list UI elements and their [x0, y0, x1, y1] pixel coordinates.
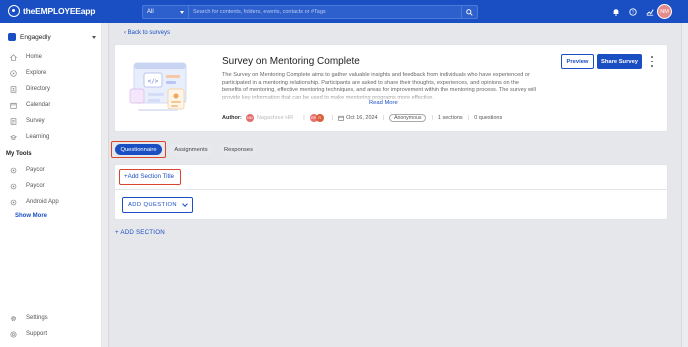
main-scrollbar[interactable] [681, 23, 688, 347]
sidebar-item-calendar[interactable]: Calendar [10, 100, 50, 110]
sidebar-scrollbar[interactable] [102, 23, 109, 347]
back-link-label: Back to surveys [127, 30, 171, 36]
sidebar-item-directory[interactable]: Directory [10, 84, 50, 94]
add-question-label: ADD QUESTION [128, 202, 177, 208]
directory-icon [10, 85, 17, 93]
more-options-icon[interactable] [650, 56, 654, 67]
svg-text:?: ? [631, 9, 634, 15]
sidebar-item-explore[interactable]: Explore [10, 68, 46, 78]
logo-icon [8, 5, 20, 17]
sidebar-item-label: Learning [26, 134, 50, 140]
search-filter-value: All [147, 9, 154, 15]
tool-item-paycor-2[interactable]: Paycor [10, 181, 45, 191]
add-section-link[interactable]: + ADD SECTION [115, 229, 165, 236]
sidebar-item-support[interactable]: Support [10, 329, 47, 339]
add-question-button[interactable]: ADD QUESTION [122, 197, 193, 213]
top-bar: theEMPLOYEEapp All ? NM [0, 0, 688, 23]
tool-item-android-app[interactable]: Android App [10, 197, 59, 207]
author-name: Nagashree HR [256, 114, 294, 121]
highlight-box [119, 169, 181, 185]
bell-icon[interactable] [611, 7, 620, 16]
sidebar-item-label: Survey [26, 118, 45, 124]
learning-icon [10, 134, 17, 140]
meta-divider: | [467, 114, 470, 121]
sidebar-item-label: Directory [26, 86, 51, 92]
tool-item-label: Paycor [26, 183, 45, 189]
sidebar-item-label: Home [26, 54, 43, 60]
sidebar-item-label: Settings [26, 315, 48, 321]
sidebar-item-learning[interactable]: Learning [10, 132, 49, 142]
meta-divider: | [331, 114, 334, 121]
highlight-box [111, 141, 166, 158]
sidebar-item-home[interactable]: Home [10, 52, 42, 62]
app-window: theEMPLOYEEapp All ? NM [0, 0, 688, 347]
compass-icon [10, 69, 17, 77]
calendar-icon [338, 115, 344, 121]
support-icon [10, 330, 17, 338]
tool-icon [10, 183, 17, 189]
meta-divider: | [303, 114, 305, 121]
org-switcher[interactable]: Engagedly [8, 31, 96, 43]
tool-icon [10, 199, 17, 205]
sidebar-item-label: Support [26, 331, 48, 337]
search-filter-dropdown[interactable]: All [143, 6, 189, 18]
anonymity-badge: Anonymous [389, 113, 427, 122]
author-avatar: NM [245, 113, 254, 122]
section-editor-card [114, 164, 668, 220]
org-icon [8, 33, 16, 41]
tool-item-label: Paycor [26, 167, 45, 173]
survey-meta-row: Author: NM Nagashree HR | RR R | Oct 16,… [222, 113, 502, 122]
collaborator-avatar: R [315, 113, 324, 122]
search-icon [466, 8, 473, 16]
home-icon [10, 53, 17, 61]
sidebar: Engagedly Home Explore Directory Calenda… [0, 23, 102, 347]
read-more-link[interactable]: Read More [367, 100, 400, 106]
caret-down-icon [180, 10, 184, 14]
org-name: Engagedly [20, 33, 51, 41]
sidebar-item-settings[interactable]: Settings [10, 313, 48, 323]
show-more-link[interactable]: Show More [15, 213, 47, 219]
survey-title: Survey on Mentoring Complete [222, 56, 360, 67]
chevron-down-icon [92, 35, 96, 39]
user-avatar[interactable]: NM [657, 4, 672, 19]
analytics-icon[interactable] [645, 7, 654, 16]
tool-icon [10, 167, 17, 173]
survey-illustration: </> [129, 62, 187, 111]
meta-divider: | [431, 114, 433, 121]
survey-summary-card: </> Survey on Mentoring Complete The Sur… [114, 44, 668, 132]
divider [115, 189, 667, 190]
sidebar-item-survey[interactable]: Survey [10, 116, 45, 126]
search-input[interactable] [189, 6, 461, 18]
tab-assignments[interactable]: Assignments [169, 144, 213, 155]
section-count: 1 sections [437, 114, 463, 121]
search-bar: All [142, 5, 478, 19]
logo-text: theEMPLOYEEapp [23, 6, 96, 16]
survey-date: Oct 16, 2024 [346, 114, 378, 121]
tool-item-label: Android App [26, 199, 59, 205]
back-to-surveys-link[interactable]: ‹ Back to surveys [124, 30, 170, 36]
question-count: 0 questions [474, 114, 503, 121]
app-logo[interactable]: theEMPLOYEEapp [8, 5, 95, 17]
meta-divider: | [382, 114, 385, 121]
tab-responses[interactable]: Responses [220, 144, 257, 155]
preview-button[interactable]: Preview [561, 54, 594, 69]
sidebar-item-label: Explore [26, 70, 47, 76]
help-icon[interactable]: ? [628, 7, 637, 16]
search-button[interactable] [461, 6, 477, 18]
top-icons: ? [611, 7, 654, 16]
chevron-down-icon [182, 201, 188, 207]
my-tools-heading: My Tools [6, 151, 32, 157]
tool-item-paycor[interactable]: Paycor [10, 165, 45, 175]
survey-icon [10, 117, 17, 125]
author-label: Author: [222, 114, 242, 121]
calendar-icon [10, 102, 17, 109]
gear-icon [10, 315, 17, 321]
sidebar-item-label: Calendar [26, 102, 51, 108]
share-survey-button[interactable]: Share Survey [597, 54, 642, 69]
svg-text:</>: </> [148, 78, 159, 85]
